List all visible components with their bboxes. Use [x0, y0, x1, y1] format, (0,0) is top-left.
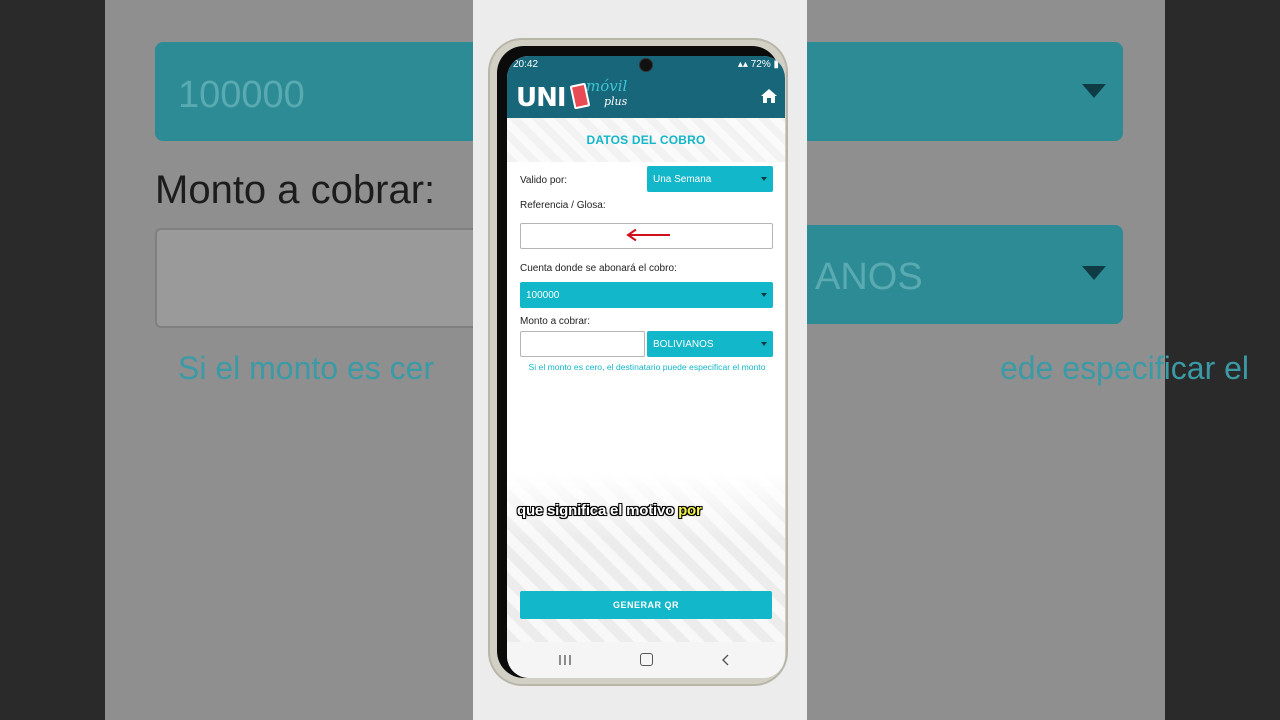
video-caption: que significa el motivo por: [517, 502, 702, 519]
chevron-down-icon: [761, 342, 767, 346]
logo-sub-text: móvil: [586, 77, 628, 95]
valid-select[interactable]: Una Semana: [647, 166, 773, 192]
chevron-down-icon: [761, 177, 767, 181]
video-center-column: 20:42 ▴▴ 72% ▮ UNI móvil plus DATOS DEL …: [473, 0, 807, 720]
amount-help-text: Si el monto es cero, el destinatario pue…: [528, 362, 766, 372]
bg-help-left: Si el monto es cer: [178, 350, 435, 386]
home-icon[interactable]: [760, 88, 778, 104]
bg-currency-partial: ANOS: [815, 256, 923, 298]
amount-label: Monto a cobrar:: [520, 316, 591, 327]
bg-help-right: ede especificar el: [1000, 350, 1250, 386]
valid-label: Valido por:: [520, 175, 568, 186]
phone-frame: 20:42 ▴▴ 72% ▮ UNI móvil plus DATOS DEL …: [490, 40, 786, 684]
form-title: DATOS DEL COBRO: [586, 133, 706, 147]
android-nav-bar: [507, 642, 785, 678]
status-time: 20:42: [513, 59, 539, 70]
form-container: DATOS DEL COBRO Valido por: Una Semana R…: [507, 118, 785, 642]
logo-main-text: UNI: [516, 83, 567, 113]
chevron-down-icon: [761, 293, 767, 297]
background-right: ANOS ede especificar el: [807, 0, 1280, 720]
status-battery: ▴▴ 72% ▮: [737, 59, 779, 70]
red-arrow-icon: [626, 229, 670, 241]
battery-icon: ▮: [770, 59, 779, 70]
background-left: 100000 Monto a cobrar: Si el monto es ce…: [0, 0, 473, 720]
account-label: Cuenta donde se abonará el cobro:: [520, 263, 677, 274]
reference-label: Referencia / Glosa:: [520, 200, 606, 211]
recent-apps-icon[interactable]: [558, 654, 572, 666]
bg-amount-label: Monto a cobrar:: [155, 168, 436, 212]
phone-screen: 20:42 ▴▴ 72% ▮ UNI móvil plus DATOS DEL …: [507, 56, 785, 678]
bg-account-value: 100000: [178, 74, 305, 116]
nav-home-icon[interactable]: [640, 653, 653, 666]
signal-icon: ▴▴: [737, 59, 751, 70]
generate-qr-button[interactable]: GENERAR QR: [520, 591, 772, 619]
currency-select[interactable]: BOLIVIANOS: [647, 331, 773, 357]
amount-input[interactable]: [520, 331, 645, 357]
logo-plus-text: plus: [604, 95, 628, 108]
app-header: UNI móvil plus: [507, 74, 785, 118]
camera-icon: [639, 58, 653, 72]
status-bar: 20:42 ▴▴ 72% ▮: [507, 56, 785, 74]
caption-highlight: por: [678, 502, 702, 519]
account-select[interactable]: 100000: [520, 282, 773, 308]
back-icon[interactable]: [721, 654, 731, 666]
